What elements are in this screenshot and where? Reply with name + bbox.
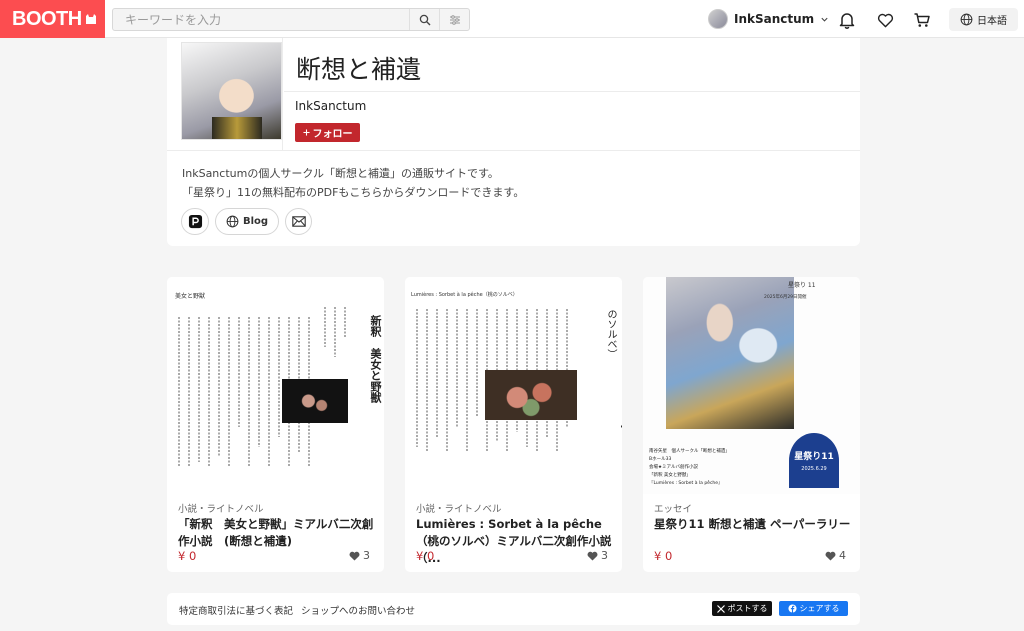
like-count-value: 3 (363, 549, 370, 562)
bell-icon (839, 13, 855, 29)
poster-work2: 『Lumières : Sorbet à la pêche』 (649, 481, 723, 486)
heart-filled-icon (349, 551, 360, 561)
pixiv-link[interactable] (181, 208, 209, 235)
poster-work1: 「新釈 美女と野獣」 (649, 473, 691, 478)
follow-label: フォロー (312, 129, 353, 140)
like-count-value: 4 (839, 549, 846, 562)
search-bar (112, 8, 470, 31)
cat-icon (85, 14, 96, 24)
poster-circle: 南谷矢星 個人サークル「断想と補遺」 (649, 449, 730, 454)
wishlist-button[interactable] (875, 10, 895, 30)
poster-badge-date: 2025.6.29 (801, 466, 827, 472)
blog-label: Blog (242, 216, 269, 227)
x-share-label: ポストする (727, 604, 768, 613)
facebook-icon (787, 604, 797, 613)
logo-text: BOOTH (12, 7, 82, 30)
poster-hall: Bホール33 (649, 457, 672, 462)
product-card[interactable]: Lumières : Sorbet à la pêche（桃のソルベ） Lumi… (405, 277, 622, 572)
search-icon (419, 14, 430, 25)
thumb-vertical-title: 新釈 美女と野獣 (369, 315, 382, 403)
poster-badge: 星祭り11 2025.6.29 (789, 433, 839, 488)
mail-icon (291, 216, 306, 227)
like-count[interactable]: 3 (587, 549, 608, 562)
poster-date: 2025年6月29日開催 (764, 295, 807, 300)
product-title[interactable]: Lumières : Sorbet à la pêche（桃のソルベ）ミアルバ二… (416, 516, 616, 567)
divider (167, 150, 860, 151)
heart-icon (877, 13, 893, 27)
legal-notice-link[interactable]: 特定商取引法に基づく表記 (179, 603, 293, 617)
shop-avatar[interactable] (181, 42, 282, 140)
thumb-photo (485, 370, 577, 420)
booth-logo[interactable]: BOOTH (0, 0, 105, 38)
globe-icon (226, 215, 239, 228)
product-thumbnail[interactable]: 美女と野獣 新釈 美女と野獣 (167, 277, 384, 494)
notification-button[interactable] (837, 10, 857, 30)
cart-icon (914, 13, 930, 27)
top-header: BOOTH InkSanctum 日本語 (0, 0, 1024, 38)
product-price: ¥ 0 (416, 549, 435, 563)
product-title[interactable]: 「新釈 美女と野獣」ミアルバ二次創作小説 (断想と補遺) (178, 516, 378, 550)
heart-filled-icon (587, 551, 598, 561)
poster-heading: 星祭り 11 (788, 282, 816, 289)
user-name: InkSanctum (734, 12, 815, 26)
poster-dist-label: 会場★ミアルバ創作小説 (649, 465, 698, 470)
product-price: ¥ 0 (654, 549, 673, 563)
plus-icon (302, 129, 310, 136)
shop-title[interactable]: 断想と補遺 (296, 50, 421, 86)
like-count[interactable]: 4 (825, 549, 846, 562)
manuscript-text-lines (178, 307, 346, 467)
filter-sliders-icon (449, 14, 460, 25)
shop-description: InkSanctumの個人サークル「断想と補遺」の通販サイトです。 「星祭り」1… (182, 164, 524, 202)
facebook-share-label: シェアする (799, 604, 840, 613)
product-category[interactable]: エッセイ (654, 501, 692, 515)
user-menu[interactable]: InkSanctum (708, 9, 829, 29)
facebook-share-button[interactable]: シェアする (779, 601, 848, 616)
user-avatar (708, 9, 728, 29)
heart-filled-icon (825, 551, 836, 561)
shop-owner-name[interactable]: InkSanctum (295, 99, 366, 113)
divider (284, 91, 860, 92)
cart-button[interactable] (912, 10, 932, 30)
x-logo-icon (716, 604, 725, 613)
language-label: 日本語 (977, 16, 1007, 27)
product-price: ¥ 0 (178, 549, 197, 563)
chevron-down-icon (821, 17, 828, 22)
filter-button[interactable] (439, 9, 469, 30)
poster-badge-title: 星祭り11 (794, 452, 834, 462)
follow-button[interactable]: フォロー (295, 123, 360, 142)
poster-info: 南谷矢星 個人サークル「断想と補遺」 Bホール33 会場★ミアルバ創作小説 「新… (649, 448, 730, 488)
like-count[interactable]: 3 (349, 549, 370, 562)
description-line: InkSanctumの個人サークル「断想と補遺」の通販サイトです。 (182, 167, 499, 180)
divider (282, 38, 283, 150)
language-selector[interactable]: 日本語 (949, 8, 1018, 31)
product-card[interactable]: 美女と野獣 新釈 美女と野獣 小説・ライトノベル 「新釈 美女と野獣」ミアルバ二… (167, 277, 384, 572)
product-thumbnail[interactable]: Lumières : Sorbet à la pêche（桃のソルベ） Lumi… (405, 277, 622, 494)
description-line: 「星祭り」11の無料配布のPDFもこちらからダウンロードできます。 (182, 186, 525, 199)
like-count-value: 3 (601, 549, 608, 562)
search-button[interactable] (409, 9, 439, 30)
product-category[interactable]: 小説・ライトノベル (416, 501, 502, 515)
product-thumbnail[interactable]: 星祭り 11 2025年6月29日開催 星祭り11 2025.6.29 南谷矢星… (643, 277, 860, 494)
product-category[interactable]: 小説・ライトノベル (178, 501, 264, 515)
thumb-vertical-title: Lumières : Sorbet à la pêche（桃のソルベ） (605, 309, 622, 475)
blog-link[interactable]: Blog (215, 208, 279, 235)
search-input[interactable] (113, 9, 409, 30)
contact-shop-link[interactable]: ショップへのお問い合わせ (301, 603, 415, 617)
product-card[interactable]: 星祭り 11 2025年6月29日開催 星祭り11 2025.6.29 南谷矢星… (643, 277, 860, 572)
product-title[interactable]: 星祭り11 断想と補遺 ペーパーラリー (654, 516, 854, 533)
pixiv-icon (188, 214, 202, 229)
mail-link[interactable] (285, 208, 312, 235)
globe-icon (960, 13, 973, 26)
x-share-button[interactable]: ポストする (712, 601, 772, 616)
thumb-photo (282, 379, 348, 423)
